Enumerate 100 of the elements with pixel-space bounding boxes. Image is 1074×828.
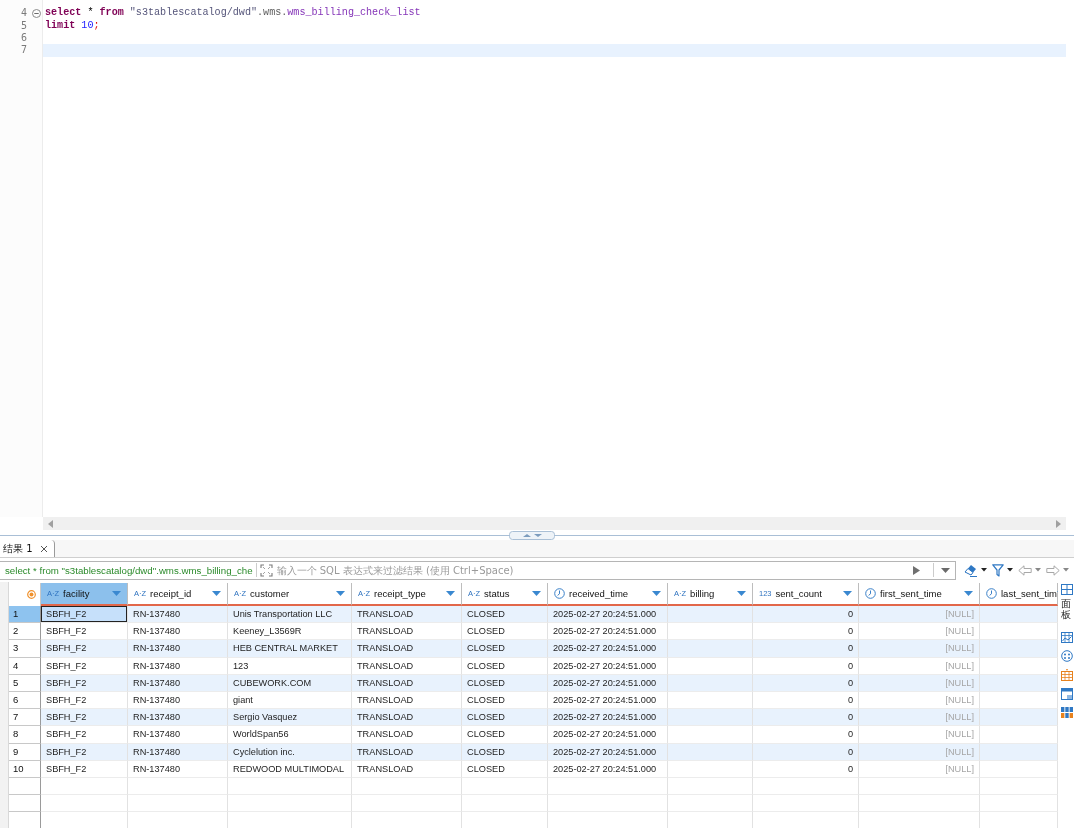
tiles-icon[interactable] xyxy=(1061,707,1073,718)
table-cell: CLOSED xyxy=(462,726,548,744)
line-number: 4 xyxy=(19,7,27,20)
table-cell: TRANSLOAD xyxy=(352,657,462,675)
table-cell: HEB CENTRAL MARKET xyxy=(228,640,352,658)
table-cell: REDWOOD MULTIMODAL xyxy=(228,760,352,778)
result-tab[interactable]: 结果 1 xyxy=(0,540,55,557)
row-number[interactable]: 1 xyxy=(9,606,41,624)
caret-icon[interactable] xyxy=(1007,568,1013,572)
table-row[interactable]: 4 SBFH_F2 RN-137480 123 TRANSLOAD CLOSED 2025-02-27 20:24:51.000 0 [NULL] xyxy=(9,657,1058,675)
table-cell: CLOSED xyxy=(462,674,548,692)
window-grid-icon[interactable] xyxy=(1061,584,1073,595)
table-cell: 0 xyxy=(753,657,859,675)
table-cell: 2025-02-27 20:24:51.000 xyxy=(548,640,668,658)
table-cell: TRANSLOAD xyxy=(352,674,462,692)
table-cell: CLOSED xyxy=(462,743,548,761)
horizontal-scrollbar[interactable] xyxy=(43,517,1066,530)
column-header[interactable]: received_time xyxy=(548,583,668,606)
table-cell: RN-137480 xyxy=(128,606,228,624)
table-cell: SBFH_F2 xyxy=(41,606,128,624)
table-row[interactable]: 8 SBFH_F2 RN-137480 WorldSpan56 TRANSLOAD CLOSED 2025-02-27 20:24:51.000 0 [NULL] xyxy=(9,726,1058,744)
code-line: select * from "s3tablescatalog/dwd".wms.wms_billing_check_list xyxy=(45,7,421,20)
column-header[interactable]: first_sent_time xyxy=(859,583,980,606)
row-number[interactable]: 8 xyxy=(9,726,41,744)
forward-arrow-icon[interactable] xyxy=(1046,564,1060,576)
fold-icon[interactable] xyxy=(32,8,41,18)
table-cell: CLOSED xyxy=(462,760,548,778)
back-arrow-icon[interactable] xyxy=(1018,564,1032,576)
table-cell: TRANSLOAD xyxy=(352,606,462,624)
table-cell: Cyclelution inc. xyxy=(228,743,352,761)
table-cell: 0 xyxy=(753,709,859,727)
table-cell: CUBEWORK.COM xyxy=(228,674,352,692)
query-text[interactable]: select * from "s3tablescatalog/dwd".wms.wms_billing_che xyxy=(0,564,253,576)
table-cell: CLOSED xyxy=(462,640,548,658)
table-cell: CLOSED xyxy=(462,606,548,624)
table-icon[interactable] xyxy=(1061,669,1073,681)
table-cell: RN-137480 xyxy=(128,709,228,727)
close-icon[interactable] xyxy=(39,544,48,553)
expand-icon[interactable] xyxy=(259,563,273,577)
table-cell: SBFH_F2 xyxy=(41,674,128,692)
table-cell: 0 xyxy=(753,640,859,658)
table-cell: RN-137480 xyxy=(128,640,228,658)
line-number: 7 xyxy=(19,44,27,57)
table-cell: TRANSLOAD xyxy=(352,709,462,727)
table-cell: 0 xyxy=(753,743,859,761)
table-cell: RN-137480 xyxy=(128,760,228,778)
table-cell: 2025-02-27 20:24:51.000 xyxy=(548,606,668,624)
table-cell: RN-137480 xyxy=(128,726,228,744)
table-cell: RN-137480 xyxy=(128,657,228,675)
line-number: 5 xyxy=(19,19,27,32)
table-cell: SBFH_F2 xyxy=(41,709,128,727)
table-cell: [NULL] xyxy=(859,760,980,778)
scroll-left-icon[interactable] xyxy=(48,519,53,528)
table-cell: SBFH_F2 xyxy=(41,657,128,675)
row-number[interactable]: 7 xyxy=(9,709,41,727)
table-cell: TRANSLOAD xyxy=(352,760,462,778)
code-line: limit 10; xyxy=(45,19,100,32)
table-cell: SBFH_F2 xyxy=(41,760,128,778)
table-cell: SBFH_F2 xyxy=(41,726,128,744)
column-header[interactable]: last_sent_tim xyxy=(980,583,1058,606)
table-cell: 0 xyxy=(753,606,859,624)
circle-dot-icon[interactable] xyxy=(27,590,36,599)
sash-handle[interactable] xyxy=(509,530,555,540)
filter-icon[interactable] xyxy=(992,563,1004,577)
table-cell: TRANSLOAD xyxy=(352,640,462,658)
table-row[interactable]: 3 SBFH_F2 RN-137480 HEB CENTRAL MARKET TRANSLOAD CLOSED 2025-02-27 20:24:51.000 0 [NULL] xyxy=(9,640,1058,658)
table-cell: 2025-02-27 20:24:51.000 xyxy=(548,674,668,692)
scroll-right-icon[interactable] xyxy=(1056,519,1061,528)
table-cell: [NULL] xyxy=(859,640,980,658)
window-icon[interactable] xyxy=(1061,688,1073,700)
row-number[interactable]: 3 xyxy=(9,640,41,658)
row-number[interactable]: 2 xyxy=(9,623,41,641)
eraser-icon[interactable] xyxy=(964,563,978,577)
caret-icon[interactable] xyxy=(981,568,987,572)
table-cell: 2025-02-27 20:24:51.000 xyxy=(548,726,668,744)
table-cell: RN-137480 xyxy=(128,743,228,761)
table-cell: TRANSLOAD xyxy=(352,743,462,761)
dotted-circle-icon[interactable] xyxy=(1061,650,1073,662)
table-cell: CLOSED xyxy=(462,657,548,675)
grid-icon[interactable] xyxy=(1061,632,1073,643)
panels-tab[interactable]: 面板 xyxy=(1061,598,1071,620)
clock-icon xyxy=(865,588,876,599)
table-cell: 2025-02-27 20:24:51.000 xyxy=(548,657,668,675)
table-cell: [NULL] xyxy=(859,743,980,761)
table-cell: 0 xyxy=(753,726,859,744)
table-cell: RN-137480 xyxy=(128,674,228,692)
table-cell: 0 xyxy=(753,674,859,692)
table-row[interactable]: 7 SBFH_F2 RN-137480 Sergio Vasquez TRANSLOAD CLOSED 2025-02-27 20:24:51.000 0 [NULL] xyxy=(9,709,1058,727)
table-cell: 2025-02-27 20:24:51.000 xyxy=(548,709,668,727)
run-icon[interactable] xyxy=(913,565,920,575)
table-cell: [NULL] xyxy=(859,657,980,675)
table-cell: Unis Transportation LLC xyxy=(228,606,352,624)
table-row[interactable]: 10 SBFH_F2 RN-137480 REDWOOD MULTIMODAL TRANSLOAD CLOSED 2025-02-27 20:24:51.000 0 [NULL] xyxy=(9,760,1058,778)
table-cell: SBFH_F2 xyxy=(41,640,128,658)
table-cell: [NULL] xyxy=(859,726,980,744)
table-cell: WorldSpan56 xyxy=(228,726,352,744)
clock-icon xyxy=(554,588,565,599)
table-cell: SBFH_F2 xyxy=(41,743,128,761)
table-cell: 2025-02-27 20:24:51.000 xyxy=(548,760,668,778)
table-row[interactable]: 1 SBFH_F2 RN-137480 Unis Transportation LLC TRANSLOAD CLOSED 2025-02-27 20:24:51.000 0 [NULL] xyxy=(9,606,1058,624)
